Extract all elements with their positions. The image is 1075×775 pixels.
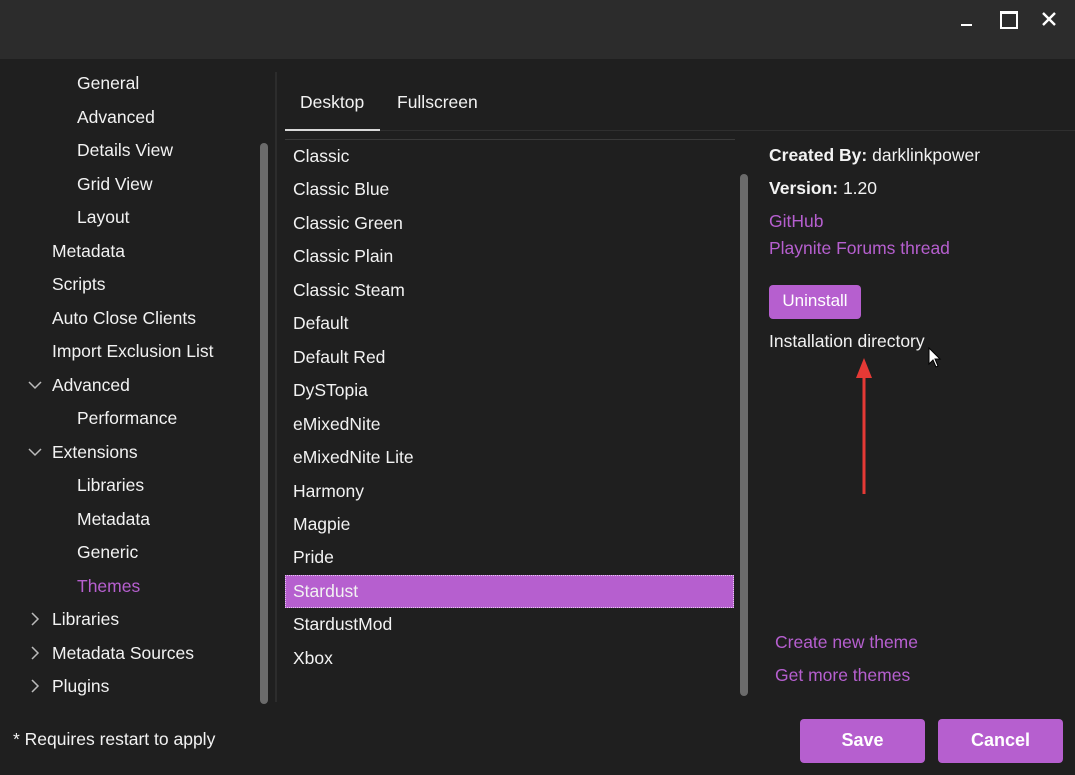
restart-note: * Requires restart to apply [13,729,216,749]
sidebar-item-metadata-sources[interactable]: Metadata Sources [52,642,194,664]
save-button[interactable]: Save [800,719,925,763]
tab-active-indicator [285,129,380,131]
chevron-right-icon[interactable] [28,679,42,693]
github-link[interactable]: GitHub [769,211,823,232]
theme-list: Classic Classic Blue Classic Green Classic … [285,139,735,679]
sidebar-item-layout[interactable]: Layout [77,206,130,228]
theme-list-item[interactable]: Xbox [285,642,734,675]
theme-list-item[interactable]: Default [285,307,734,340]
theme-list-item[interactable]: Pride [285,541,734,574]
title-bar [0,0,1075,59]
version: Version: 1.20 [769,178,877,199]
tab-fullscreen[interactable]: Fullscreen [397,92,478,113]
sidebar-item-generic[interactable]: Generic [77,541,138,563]
version-label: Version: [769,178,839,198]
sidebar-item-advanced[interactable]: Advanced [52,374,130,396]
chevron-down-icon[interactable] [28,378,42,392]
cancel-button[interactable]: Cancel [938,719,1063,763]
version-value: 1.20 [842,178,877,198]
sidebar-item-advanced-appearance[interactable]: Advanced [77,106,155,128]
theme-list-item[interactable]: Magpie [285,508,734,541]
sidebar-item-themes[interactable]: Themes [77,575,140,597]
sidebar-item-metadata[interactable]: Metadata [52,240,125,262]
close-icon[interactable] [1036,6,1062,32]
divider [275,72,277,702]
chevron-right-icon[interactable] [28,612,42,626]
theme-list-item[interactable]: Classic [285,140,734,173]
theme-list-item[interactable]: Stardust [285,574,734,608]
sidebar-item-scripts[interactable]: Scripts [52,273,105,295]
theme-list-item[interactable]: Harmony [285,475,734,508]
theme-list-item[interactable]: eMixedNite [285,408,734,441]
sidebar-item-extensions[interactable]: Extensions [52,441,138,463]
sidebar-item-libraries[interactable]: Libraries [52,608,119,630]
divider [380,130,1075,131]
sidebar-item-performance[interactable]: Performance [77,407,177,429]
sidebar-item-grid-view[interactable]: Grid View [77,173,153,195]
created-by-label: Created By: [769,145,868,165]
sidebar-item-general[interactable]: General [77,72,139,94]
create-new-theme-link[interactable]: Create new theme [775,632,918,653]
theme-list-item[interactable]: DySTopia [285,374,734,407]
minimize-icon[interactable] [953,6,979,32]
sidebar-scrollbar[interactable] [260,143,268,704]
maximize-icon[interactable] [994,6,1020,32]
theme-list-item[interactable]: StardustMod [285,608,734,641]
theme-list-scrollbar[interactable] [740,174,748,696]
tab-desktop[interactable]: Desktop [300,92,364,113]
installation-directory-label[interactable]: Installation directory [769,331,925,352]
sidebar-item-plugins[interactable]: Plugins [52,675,109,697]
theme-list-item[interactable]: Classic Green [285,207,734,240]
get-more-themes-link[interactable]: Get more themes [775,665,910,686]
theme-list-item[interactable]: eMixedNite Lite [285,441,734,474]
theme-list-item[interactable]: Default Red [285,341,734,374]
theme-list-item[interactable]: Classic Plain [285,240,734,273]
arrow-up-icon [856,358,872,494]
uninstall-button[interactable]: Uninstall [769,285,861,319]
created-by: Created By: darklinkpower [769,145,980,166]
created-by-value: darklinkpower [872,145,981,165]
sidebar-item-details-view[interactable]: Details View [77,139,173,161]
sidebar-item-ext-metadata[interactable]: Metadata [77,508,150,530]
mouse-cursor-icon [928,347,942,368]
forum-thread-link[interactable]: Playnite Forums thread [769,238,950,259]
sidebar-item-auto-close-clients[interactable]: Auto Close Clients [52,307,196,329]
theme-list-item[interactable]: Classic Blue [285,173,734,206]
theme-list-item[interactable]: Classic Steam [285,274,734,307]
sidebar-item-import-exclusion-list[interactable]: Import Exclusion List [52,340,213,362]
sidebar-item-ext-libraries[interactable]: Libraries [77,474,144,496]
chevron-right-icon[interactable] [28,646,42,660]
chevron-down-icon[interactable] [28,445,42,459]
